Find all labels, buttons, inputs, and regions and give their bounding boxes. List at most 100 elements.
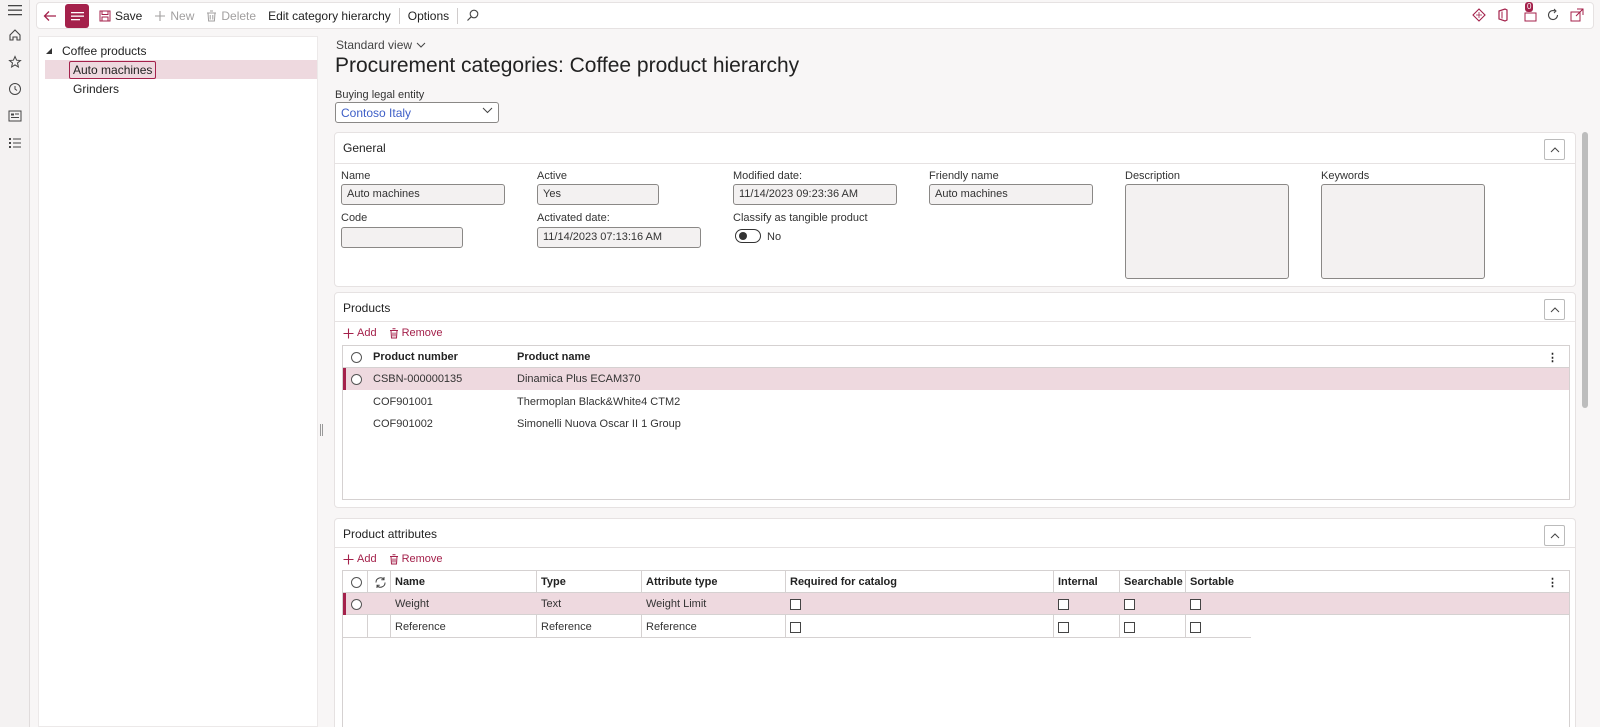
code-field[interactable] xyxy=(341,227,463,248)
legal-entity-dropdown[interactable]: Contoso Italy xyxy=(335,102,499,123)
panel-splitter-handle[interactable] xyxy=(320,424,323,436)
general-section-title[interactable]: General xyxy=(343,141,386,155)
attribute-type-name-cell[interactable]: Reference xyxy=(642,616,697,638)
product-attributes-section: Product attributes Add Remove Name Type xyxy=(334,518,1576,727)
selected-row-marker xyxy=(343,593,346,615)
list-icon[interactable] xyxy=(6,134,24,152)
select-all-radio[interactable] xyxy=(347,571,362,593)
products-toolbar: Add Remove xyxy=(343,327,443,339)
open-in-new-window-icon[interactable] xyxy=(1569,6,1585,24)
column-header[interactable]: Required for catalog xyxy=(786,571,897,593)
notifications-icon[interactable]: 0 xyxy=(1519,2,1537,24)
action-bar: Save New Delete Edit category hierarchy … xyxy=(36,2,1594,29)
product-name-cell[interactable]: Thermoplan Black&White4 CTM2 xyxy=(513,391,680,413)
remove-product-button[interactable]: Remove xyxy=(389,327,443,339)
star-icon[interactable] xyxy=(6,53,24,71)
main-menu-button[interactable] xyxy=(65,3,89,28)
options-tab[interactable]: Options xyxy=(402,3,455,28)
table-row[interactable]: Weight Text Weight Limit xyxy=(343,593,1569,615)
clock-icon[interactable] xyxy=(6,80,24,98)
column-header[interactable]: Searchable xyxy=(1120,571,1183,593)
search-button[interactable] xyxy=(460,3,485,28)
refresh-column-icon[interactable] xyxy=(370,571,387,593)
required-for-catalog-checkbox[interactable] xyxy=(786,593,801,615)
power-apps-icon[interactable] xyxy=(1471,6,1487,24)
table-row[interactable]: COF901001 Thermoplan Black&White4 CTM2 xyxy=(343,391,1569,413)
attributes-section-title[interactable]: Product attributes xyxy=(343,527,437,541)
tree-item-grinders[interactable]: Grinders xyxy=(73,79,119,98)
add-attribute-button[interactable]: Add xyxy=(343,553,377,565)
name-field[interactable]: Auto machines xyxy=(341,184,505,205)
legal-entity-label: Buying legal entity xyxy=(335,89,425,101)
products-section-title[interactable]: Products xyxy=(343,301,390,315)
modified-date-field[interactable]: 11/14/2023 09:23:36 AM xyxy=(733,184,897,205)
tree-root-node[interactable]: Coffee products xyxy=(45,41,147,60)
product-number-cell[interactable]: COF901001 xyxy=(369,391,433,413)
collapse-general-button[interactable] xyxy=(1544,139,1565,160)
tree-item-auto-machines[interactable]: Auto machines xyxy=(69,60,157,79)
attribute-type-cell[interactable]: Reference xyxy=(537,616,592,638)
back-button[interactable] xyxy=(37,3,63,28)
row-select-radio[interactable] xyxy=(347,368,362,390)
workspace-icon[interactable] xyxy=(6,107,24,125)
attribute-type-cell[interactable]: Text xyxy=(537,593,561,615)
table-row[interactable]: Reference Reference Reference xyxy=(343,616,1251,638)
row-select-radio[interactable] xyxy=(347,593,362,615)
home-icon[interactable] xyxy=(6,26,24,44)
selected-row-marker xyxy=(343,368,346,390)
column-header[interactable]: Name xyxy=(391,571,425,593)
select-all-radio[interactable] xyxy=(347,346,362,368)
keywords-field[interactable] xyxy=(1321,184,1485,279)
tangible-value: No xyxy=(767,231,782,243)
remove-attribute-button[interactable]: Remove xyxy=(389,553,443,565)
searchable-checkbox[interactable] xyxy=(1120,616,1135,638)
internal-checkbox[interactable] xyxy=(1054,593,1069,615)
separator xyxy=(457,7,459,24)
hamburger-icon[interactable] xyxy=(6,1,24,19)
product-number-cell[interactable]: COF901002 xyxy=(369,413,433,435)
save-button[interactable]: Save xyxy=(93,3,148,28)
product-number-cell[interactable]: CSBN-000000135 xyxy=(369,368,462,390)
description-label: Description xyxy=(1125,170,1181,182)
column-header[interactable]: Product number xyxy=(369,346,458,368)
attribute-name-cell[interactable]: Weight xyxy=(391,593,429,615)
column-header[interactable]: Internal xyxy=(1054,571,1098,593)
column-header[interactable]: Sortable xyxy=(1186,571,1234,593)
activated-date-field[interactable]: 11/14/2023 07:13:16 AM xyxy=(537,227,701,248)
searchable-checkbox[interactable] xyxy=(1120,593,1135,615)
page-scrollbar[interactable] xyxy=(1582,132,1588,408)
description-field[interactable] xyxy=(1125,184,1289,279)
product-name-cell[interactable]: Dinamica Plus ECAM370 xyxy=(513,368,641,390)
more-options-icon[interactable]: ⋮ xyxy=(1543,571,1558,593)
attribute-type-name-cell[interactable]: Weight Limit xyxy=(642,593,706,615)
active-field[interactable]: Yes xyxy=(537,184,659,205)
add-product-button[interactable]: Add xyxy=(343,327,377,339)
search-icon xyxy=(467,9,479,21)
delete-button[interactable]: Delete xyxy=(200,3,262,28)
office-icon[interactable] xyxy=(1495,6,1511,24)
column-header[interactable]: Type xyxy=(537,571,566,593)
collapse-products-button[interactable] xyxy=(1544,299,1565,320)
column-header[interactable]: Attribute type xyxy=(642,571,718,593)
edit-category-hierarchy-button[interactable]: Edit category hierarchy xyxy=(262,3,397,28)
view-selector[interactable]: Standard view xyxy=(336,38,426,52)
friendly-name-field[interactable]: Auto machines xyxy=(929,184,1093,205)
column-header[interactable]: Product name xyxy=(513,346,590,368)
table-row[interactable]: CSBN-000000135 Dinamica Plus ECAM370 xyxy=(343,368,1569,390)
remove-label: Remove xyxy=(401,327,443,339)
attribute-name-cell[interactable]: Reference xyxy=(391,616,446,638)
required-for-catalog-checkbox[interactable] xyxy=(786,616,801,638)
legal-entity-value: Contoso Italy xyxy=(341,106,412,120)
more-options-icon[interactable]: ⋮ xyxy=(1543,346,1558,368)
sortable-checkbox[interactable] xyxy=(1186,616,1201,638)
sortable-checkbox[interactable] xyxy=(1186,593,1201,615)
tangible-toggle[interactable] xyxy=(735,229,761,243)
new-label: New xyxy=(170,8,195,23)
name-label: Name xyxy=(341,170,371,182)
refresh-icon[interactable] xyxy=(1545,6,1561,24)
table-row[interactable]: COF901002 Simonelli Nuova Oscar II 1 Gro… xyxy=(343,413,1569,435)
product-name-cell[interactable]: Simonelli Nuova Oscar II 1 Group xyxy=(513,413,681,435)
new-button[interactable]: New xyxy=(148,3,200,28)
internal-checkbox[interactable] xyxy=(1054,616,1069,638)
collapse-attributes-button[interactable] xyxy=(1544,525,1565,546)
